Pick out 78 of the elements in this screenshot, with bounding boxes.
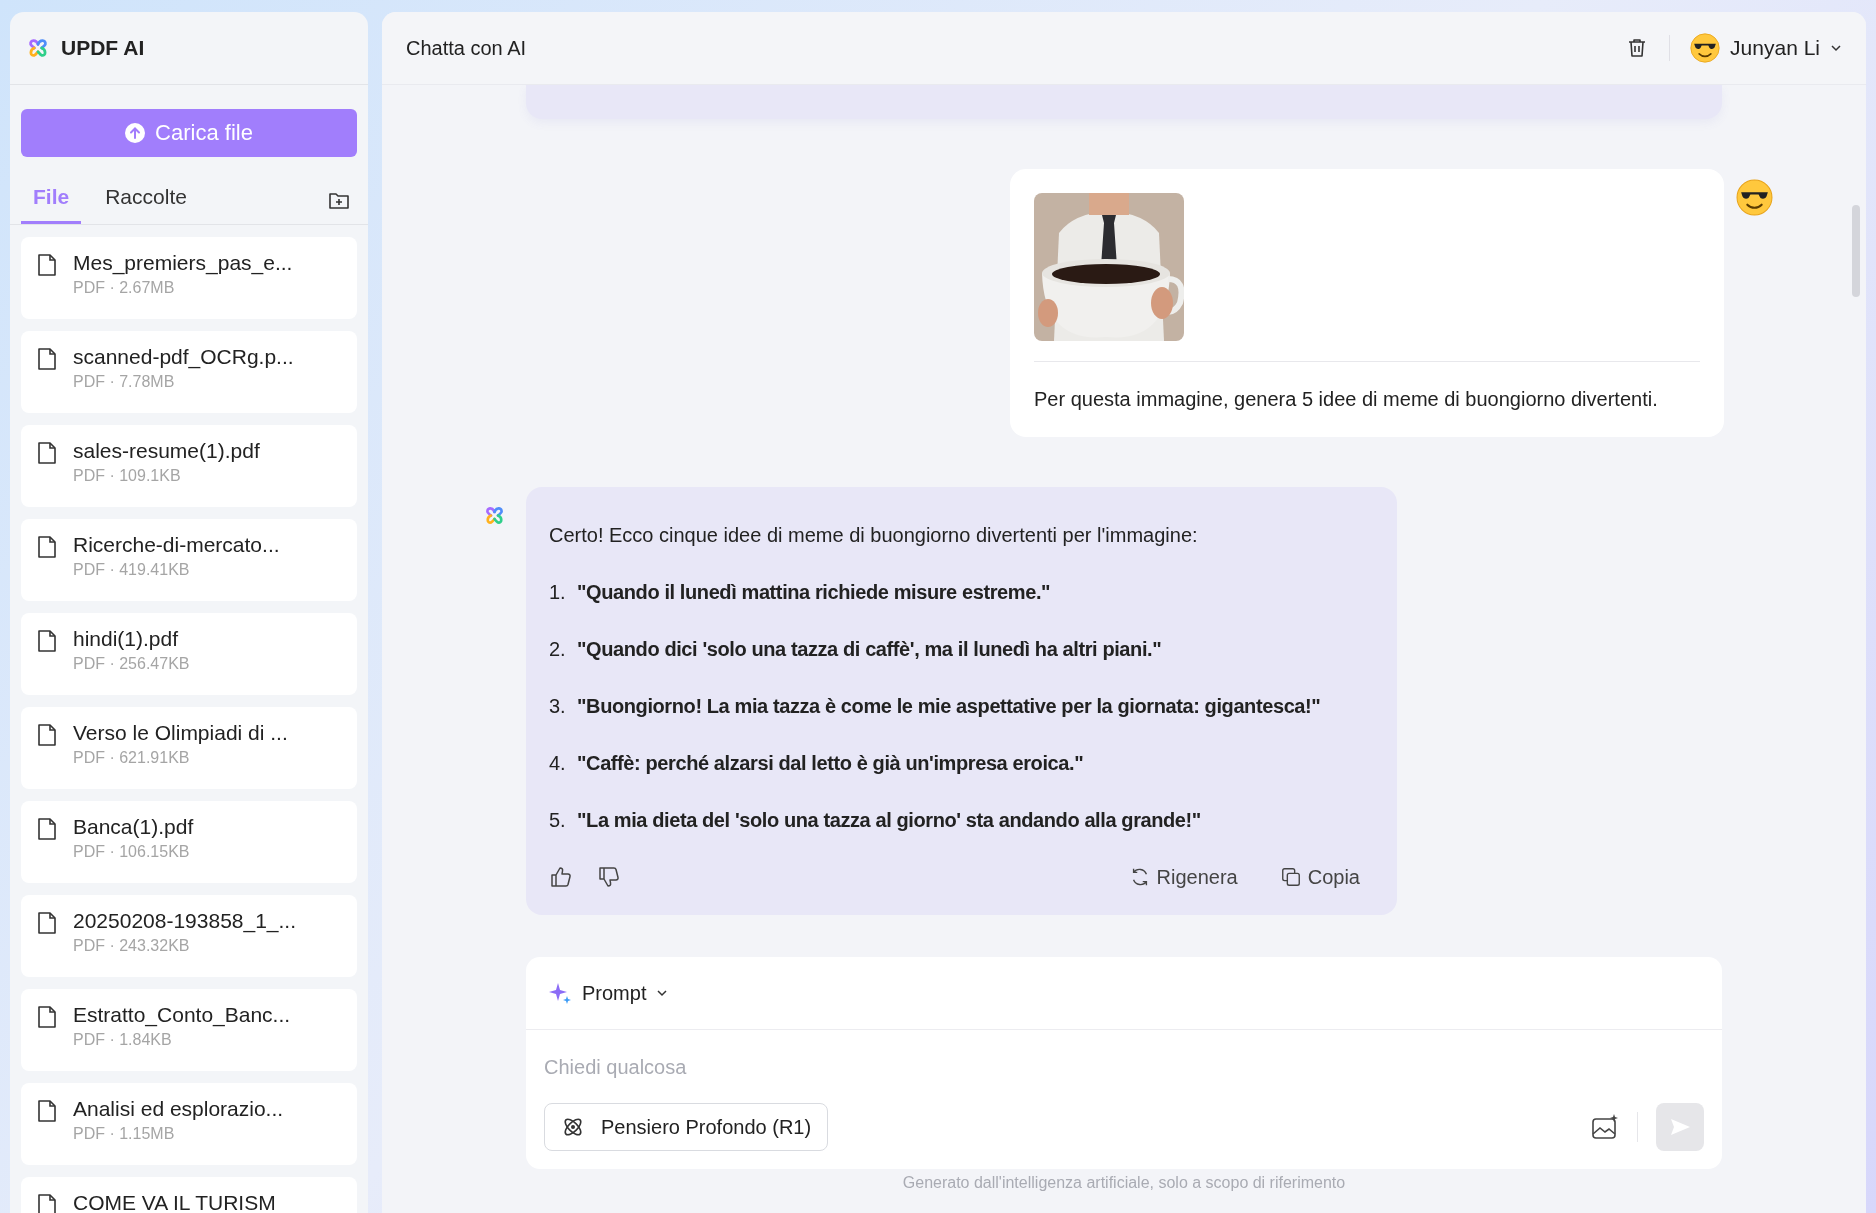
file-item[interactable]: Ricerche-di-mercato... PDF · 419.41KB [21,519,357,601]
prompt-dropdown[interactable]: Prompt [526,957,1722,1030]
document-icon [37,1099,57,1123]
meme-idea: "Caffè: perché alzarsi dal letto è già un'impresa eroica." [577,751,1084,776]
file-name: 20250208-193858_1_... [73,909,297,933]
meme-idea: "Quando il lunedì mattina richiede misure estreme." [577,580,1051,605]
scrollbar-thumb[interactable] [1852,205,1860,297]
meme-idea: "Buongiorno! La mia tazza è come le mie aspettative per la giornata: gigantesca!" [577,694,1321,719]
file-meta: PDF · 2.67MB [73,279,176,297]
document-icon [37,723,57,747]
file-meta: PDF · 106.15KB [73,843,191,861]
document-icon [37,253,57,277]
upload-icon [125,123,146,143]
file-item[interactable]: Verso le Olimpiadi di ... PDF · 621.91KB [21,707,357,789]
file-name: hindi(1).pdf [73,627,180,651]
logo-icon [27,37,49,59]
file-meta: PDF · 109.1KB [73,467,182,485]
file-meta: PDF · 1.84KB [73,1031,173,1049]
meme-idea: "Quando dici 'solo una tazza di caffè', ma il lunedì ha altri piani." [577,637,1162,662]
sunglasses-emoji-icon [1736,179,1773,216]
document-icon [37,911,57,935]
document-icon [37,1005,57,1029]
atom-icon [561,1115,585,1139]
list-number: 2. [549,637,567,662]
list-number: 4. [549,751,567,776]
file-item[interactable]: Mes_premiers_pas_e... PDF · 2.67MB [21,237,357,319]
document-icon [37,441,57,465]
list-number: 3. [549,694,567,719]
file-item[interactable]: 20250208-193858_1_... PDF · 243.32KB [21,895,357,977]
document-icon [37,347,57,371]
app-name: UPDF AI [61,36,145,60]
file-meta: PDF · 243.32KB [73,937,191,955]
file-item[interactable]: hindi(1).pdf PDF · 256.47KB [21,613,357,695]
document-icon [37,1193,57,1213]
message-text: Certo! Ecco cinque idee di meme di buongiorno divertenti per l'immagine: [549,523,1199,548]
thumbs-up-icon[interactable] [549,865,573,889]
list-number: 5. [549,808,567,833]
file-name: Analisi ed esplorazio... [73,1097,284,1121]
file-meta: PDF · 1.15MB [73,1125,176,1143]
document-icon [37,817,57,841]
message-text: Per questa immagine, genera 5 idee di meme di buongiorno divertenti. [1034,388,1659,411]
file-name: Verso le Olimpiadi di ... [73,721,288,745]
meme-idea: "La mia dieta del 'solo una tazza al giorno' sta andando alla grande!" [577,808,1201,833]
file-item[interactable]: sales-resume(1).pdf PDF · 109.1KB [21,425,357,507]
file-name: Banca(1).pdf [73,815,194,839]
copy-button[interactable]: Copia [1279,865,1360,889]
file-item[interactable]: COME VA IL TURISM [21,1177,357,1213]
file-name: COME VA IL TURISM [73,1191,276,1213]
file-item[interactable]: Banca(1).pdf PDF · 106.15KB [21,801,357,883]
file-name: Ricerche-di-mercato... [73,533,280,557]
document-icon [37,629,57,653]
chevron-down-icon [656,987,669,999]
file-item[interactable]: Estratto_Conto_Banc... PDF · 1.84KB [21,989,357,1071]
list-number: 1. [549,580,567,605]
file-item[interactable]: Analisi ed esplorazio... PDF · 1.15MB [21,1083,357,1165]
page-title: Chatta con AI [406,36,527,60]
message-input-field[interactable]: Prompt Chiedi qualcosa Pensiero Profondo (R1) [526,957,1722,1169]
logo-icon [484,505,505,526]
file-name: scanned-pdf_OCRg.p... [73,345,294,369]
chevron-down-icon [1830,42,1842,54]
file-meta: PDF · 621.91KB [73,749,191,767]
file-name: Mes_premiers_pas_e... [73,251,293,275]
regenerate-button[interactable]: Rigenera [1128,865,1238,889]
file-meta: PDF · 256.47KB [73,655,190,673]
sunglasses-emoji-icon [1690,33,1721,63]
image-sparkle-icon[interactable] [1591,1113,1619,1141]
thumbs-down-icon[interactable] [597,865,621,889]
disclaimer-text: Generato dall'intelligenza artificiale, solo a scopo di riferimento [901,1173,1347,1193]
file-name: sales-resume(1).pdf [73,439,260,463]
copy-icon [1279,866,1302,888]
file-meta: PDF · 419.41KB [73,561,191,579]
tab[interactable]: Raccolte [93,177,199,224]
file-meta: PDF · 7.78MB [73,373,176,391]
user-menu[interactable]: Junyan Li [1690,33,1842,63]
file-name: Estratto_Conto_Banc... [73,1003,291,1027]
deep-think-button[interactable]: Pensiero Profondo (R1) [544,1103,829,1151]
document-icon [37,535,57,559]
file-item[interactable]: scanned-pdf_OCRg.p... PDF · 7.78MB [21,331,357,413]
